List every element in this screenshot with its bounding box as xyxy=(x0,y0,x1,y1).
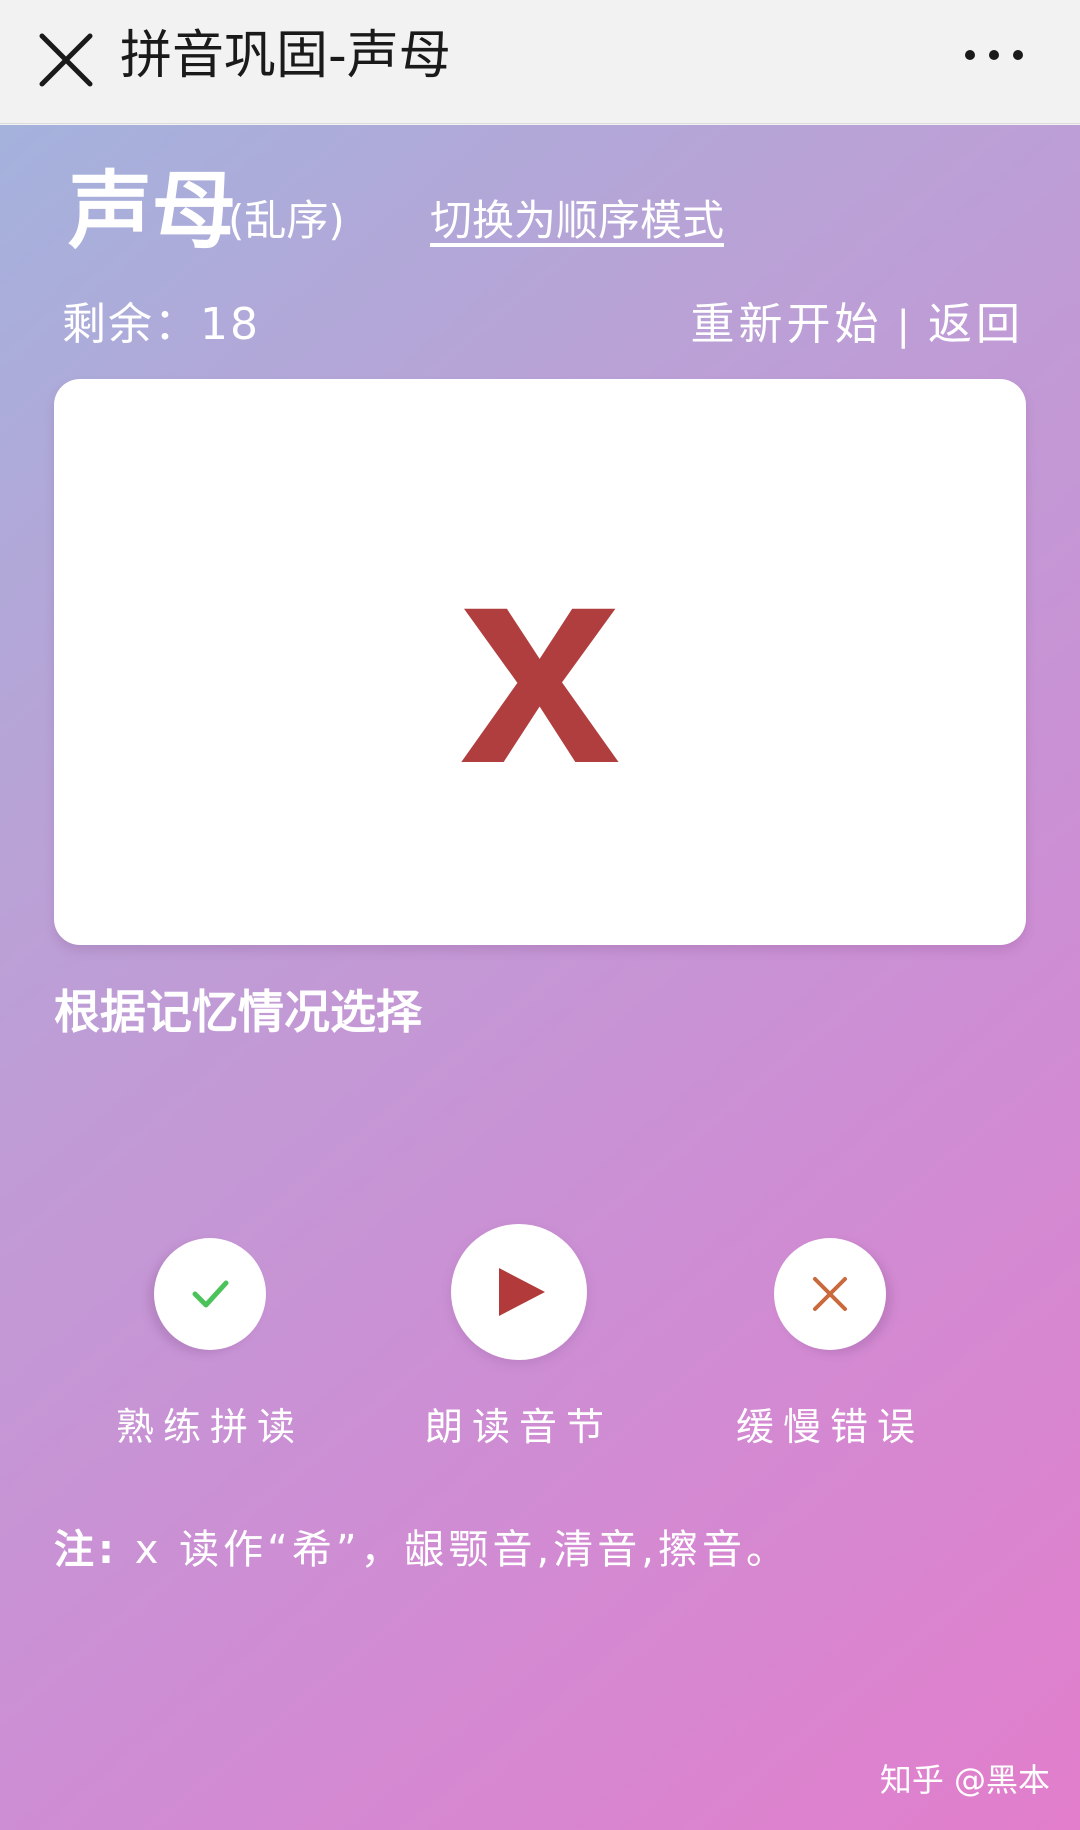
status-row: 剩余：18 重新开始 | 返回 xyxy=(62,293,1024,357)
close-icon xyxy=(39,33,93,87)
play-syllable-label: 朗读音节 xyxy=(424,1405,613,1449)
switch-order-mode-link[interactable]: 切换为顺序模式 xyxy=(430,191,724,251)
check-icon xyxy=(192,1280,229,1308)
remaining-count: 剩余：18 xyxy=(62,299,260,350)
page-heading: 声母 xyxy=(68,162,237,260)
nav-bar: 拼音巩固-声母 xyxy=(0,0,1080,124)
back-link[interactable]: 返回 xyxy=(928,299,1024,350)
fluent-button[interactable] xyxy=(154,1238,266,1350)
more-dots-icon xyxy=(965,50,1023,60)
play-syllable-button[interactable] xyxy=(451,1224,587,1360)
restart-link[interactable]: 重新开始 xyxy=(691,299,883,350)
heading-row: 声母 (乱序) 切换为顺序模式 xyxy=(68,161,1028,261)
note-label: 注: xyxy=(54,1527,118,1573)
play-icon xyxy=(499,1268,545,1316)
slow-error-label: 缓慢错误 xyxy=(735,1405,924,1449)
pronunciation-note: 注: x 读作“希”，龈颚音,清音,擦音。 xyxy=(54,1520,790,1580)
cross-icon xyxy=(813,1277,847,1311)
mode-label: (乱序) xyxy=(228,196,345,245)
card-letter: x xyxy=(459,500,621,824)
slow-error-button[interactable] xyxy=(774,1238,886,1350)
status-actions: 重新开始 | 返回 xyxy=(691,293,1024,358)
practice-content: 声母 (乱序) 切换为顺序模式 剩余：18 重新开始 | 返回 x 根据记忆情况选择… xyxy=(0,125,1080,1830)
watermark: 知乎 @黑本 xyxy=(879,1761,1050,1799)
flash-card: x xyxy=(54,379,1026,945)
selection-prompt: 根据记忆情况选择 xyxy=(54,985,422,1039)
nav-title: 拼音巩固-声母 xyxy=(120,26,451,86)
close-button[interactable] xyxy=(28,22,104,98)
fluent-label: 熟练拼读 xyxy=(115,1405,304,1449)
note-text: x 读作“希”，龈颚音,清音,擦音。 xyxy=(118,1527,790,1573)
action-separator: | xyxy=(896,303,914,349)
more-button[interactable] xyxy=(952,22,1040,98)
